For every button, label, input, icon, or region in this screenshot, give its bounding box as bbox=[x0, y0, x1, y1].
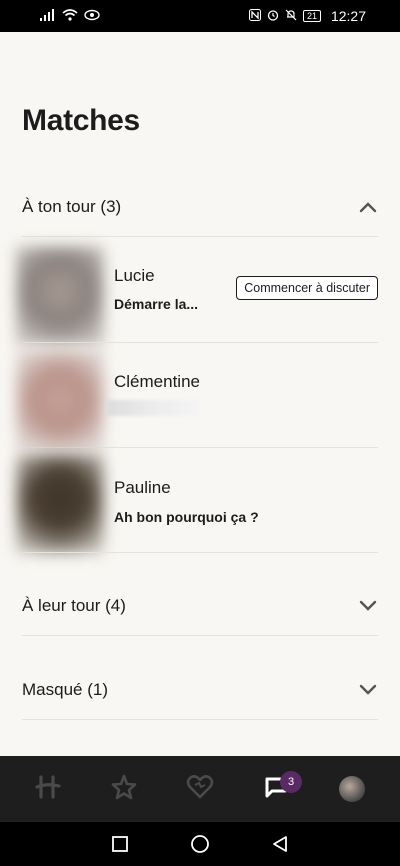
section-your-turn-header[interactable]: À ton tour (3) bbox=[22, 187, 378, 227]
start-chat-button[interactable]: Commencer à discuter bbox=[236, 276, 378, 300]
match-last-message: Ah bon pourquoi ça ? bbox=[114, 509, 259, 525]
tab-likes[interactable] bbox=[178, 767, 222, 811]
page-title: Matches bbox=[22, 104, 140, 137]
status-time: 12:27 bbox=[330, 8, 366, 24]
tab-standouts[interactable] bbox=[102, 767, 146, 811]
match-name: Pauline bbox=[114, 478, 171, 497]
divider bbox=[22, 552, 378, 553]
mute-icon bbox=[285, 9, 297, 23]
section-their-turn-header[interactable]: À leur tour (4) bbox=[22, 586, 378, 626]
match-row-pauline[interactable]: Pauline Ah bon pourquoi ça ? bbox=[16, 454, 378, 558]
eye-icon bbox=[84, 9, 100, 23]
chevron-down-icon[interactable] bbox=[358, 680, 378, 700]
match-row-lucie[interactable]: Lucie Démarre la... Commencer à discuter bbox=[16, 246, 378, 350]
recents-button[interactable] bbox=[105, 829, 135, 859]
match-name: Lucie bbox=[114, 266, 155, 285]
chevron-up-icon[interactable] bbox=[358, 197, 378, 217]
unread-badge: 3 bbox=[280, 771, 302, 793]
tab-discover[interactable] bbox=[26, 767, 70, 811]
tab-profile[interactable] bbox=[330, 767, 374, 811]
hinge-logo-icon bbox=[35, 774, 61, 805]
wifi-icon bbox=[62, 9, 78, 23]
home-button[interactable] bbox=[185, 829, 215, 859]
signal-icon bbox=[40, 9, 56, 23]
avatar[interactable] bbox=[16, 350, 104, 450]
divider bbox=[22, 447, 378, 448]
section-label: À ton tour (3) bbox=[22, 197, 122, 216]
system-nav-bar bbox=[0, 822, 400, 866]
status-bar: 21 12:27 bbox=[0, 0, 400, 32]
blurred-message-placeholder bbox=[106, 400, 198, 416]
section-label: Masqué (1) bbox=[22, 680, 108, 699]
avatar[interactable] bbox=[16, 454, 104, 554]
star-icon bbox=[110, 773, 138, 806]
match-row-clementine[interactable]: Clémentine bbox=[16, 350, 378, 454]
alarm-icon bbox=[267, 9, 279, 23]
divider bbox=[22, 236, 378, 237]
profile-avatar bbox=[339, 776, 365, 802]
battery-icon: 21 bbox=[302, 10, 321, 22]
divider bbox=[22, 342, 378, 343]
bottom-tab-bar: 3 bbox=[0, 756, 400, 822]
avatar[interactable] bbox=[16, 246, 104, 346]
match-name: Clémentine bbox=[114, 372, 200, 391]
back-button[interactable] bbox=[265, 829, 295, 859]
section-hidden-header[interactable]: Masqué (1) bbox=[22, 670, 378, 710]
heart-icon bbox=[186, 774, 214, 805]
section-label: À leur tour (4) bbox=[22, 596, 126, 615]
divider bbox=[22, 635, 378, 636]
tab-matches[interactable]: 3 bbox=[254, 767, 302, 811]
nfc-icon bbox=[248, 9, 261, 23]
match-last-message: Démarre la... bbox=[114, 296, 199, 312]
divider bbox=[22, 719, 378, 720]
chevron-down-icon[interactable] bbox=[358, 596, 378, 616]
